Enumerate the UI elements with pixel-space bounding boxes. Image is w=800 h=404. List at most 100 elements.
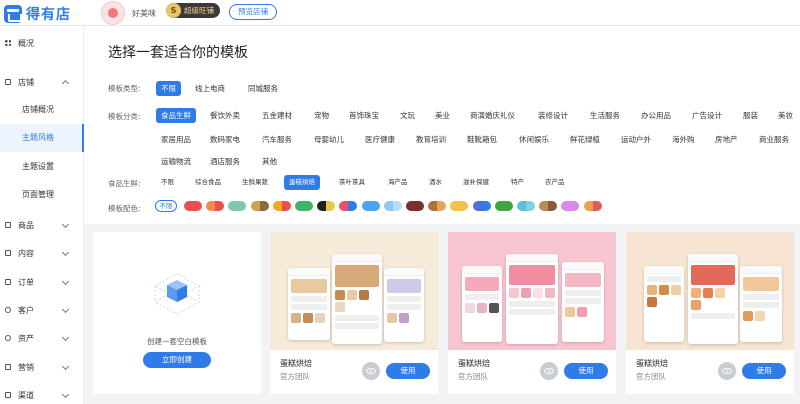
sidebar-item-orders[interactable]: 订单 — [0, 268, 84, 296]
sidebar-subitem-theme-settings[interactable]: 主题设置 — [0, 153, 84, 181]
template-card[interactable]: 蛋糕烘焙 官方团队 使用 — [270, 232, 438, 394]
category-option[interactable]: 医疗健康 — [360, 132, 400, 147]
color-option-none[interactable]: 不限 — [155, 200, 177, 212]
template-preview[interactable] — [448, 232, 616, 350]
category-option[interactable]: 五金建材 — [257, 108, 297, 123]
category-option[interactable]: 运动户外 — [616, 132, 656, 147]
color-swatch[interactable] — [383, 201, 402, 211]
color-swatch[interactable] — [228, 201, 247, 211]
sidebar-item-products[interactable]: 商品 — [0, 211, 84, 239]
template-card[interactable]: 蛋糕烘焙 官方团队 使用 — [448, 232, 616, 394]
sidebar-subitem-shop-overview[interactable]: 店铺概况 — [0, 96, 84, 124]
category-option[interactable]: 汽车服务 — [257, 132, 297, 147]
category-option[interactable]: 广告设计 — [687, 108, 727, 123]
category-option[interactable]: 酒店服务 — [205, 154, 245, 169]
type-option[interactable]: 不限 — [156, 81, 181, 96]
category-option[interactable]: 运输物流 — [156, 154, 196, 169]
type-option[interactable]: 线上电商 — [190, 81, 230, 96]
sidebar-item-content[interactable]: 内容 — [0, 239, 84, 267]
color-swatch[interactable] — [428, 201, 447, 211]
template-preview[interactable] — [626, 232, 794, 350]
shop-avatar[interactable] — [101, 1, 125, 25]
color-swatch[interactable] — [494, 201, 513, 211]
create-blank-button[interactable]: 立即创建 — [143, 352, 211, 368]
sidebar-subitem-page-management[interactable]: 页面管理 — [0, 181, 84, 209]
color-swatch[interactable] — [539, 201, 558, 211]
subcategory-option[interactable]: 酒水 — [424, 175, 447, 190]
subcategory-option[interactable]: 综合食品 — [190, 175, 226, 190]
category-option[interactable]: 海外购 — [667, 132, 700, 147]
color-swatch[interactable] — [472, 201, 491, 211]
category-option[interactable]: 装修设计 — [533, 108, 573, 123]
color-swatch[interactable] — [250, 201, 269, 211]
template-card[interactable]: 蛋糕烘焙 官方团队 使用 — [626, 232, 794, 394]
category-option[interactable]: 首饰珠宝 — [344, 108, 384, 123]
subcategory-option[interactable]: 茶叶茶具 — [334, 175, 370, 190]
color-swatch[interactable] — [561, 201, 580, 211]
preview-eye-icon[interactable] — [718, 362, 736, 380]
category-option[interactable]: 美妆 — [773, 108, 798, 123]
category-option[interactable]: 商业服务 — [754, 132, 794, 147]
preview-shop-button[interactable]: 预览店铺 — [229, 4, 277, 20]
use-template-button[interactable]: 使用 — [386, 363, 430, 379]
category-option[interactable]: 母婴幼儿 — [309, 132, 349, 147]
subcategory-option[interactable]: 农产品 — [540, 175, 570, 190]
sidebar-item-marketing[interactable]: 营销 — [0, 353, 84, 381]
category-option[interactable]: 休闲娱乐 — [514, 132, 554, 147]
chevron-down-icon — [61, 248, 70, 257]
category-option[interactable]: 文玩 — [395, 108, 420, 123]
color-swatch[interactable] — [583, 201, 602, 211]
subcategory-option[interactable]: 蛋糕烘焙 — [284, 175, 320, 190]
category-option[interactable]: 鞋靴箱包 — [462, 132, 502, 147]
chevron-down-icon — [61, 277, 70, 286]
shop-name[interactable]: 好美味 — [132, 8, 156, 19]
sidebar-item-overview[interactable]: 概况 — [0, 29, 84, 57]
asset-icon — [5, 335, 11, 341]
preview-eye-icon[interactable] — [362, 362, 380, 380]
shop-level-label: 超级旺铺 — [184, 6, 214, 15]
color-swatch[interactable] — [317, 201, 336, 211]
sidebar-item-shop[interactable]: 店铺 — [0, 68, 84, 96]
category-option[interactable]: 数码家电 — [205, 132, 245, 147]
sidebar-item-customers[interactable]: 客户 — [0, 296, 84, 324]
color-swatch[interactable] — [206, 201, 225, 211]
sidebar-subitem-theme-style[interactable]: 主题风格 — [0, 124, 84, 152]
category-option[interactable]: 商演婚庆礼仪 — [465, 108, 520, 123]
color-swatch[interactable] — [339, 201, 358, 211]
category-option[interactable]: 鲜花绿植 — [565, 132, 605, 147]
subcategory-option[interactable]: 滋补保健 — [458, 175, 494, 190]
subcategory-option[interactable]: 生鲜果蔬 — [237, 175, 273, 190]
category-option[interactable]: 其他 — [257, 154, 282, 169]
preview-eye-icon[interactable] — [540, 362, 558, 380]
use-template-button[interactable]: 使用 — [742, 363, 786, 379]
color-swatch[interactable] — [361, 201, 380, 211]
color-swatch[interactable] — [272, 201, 291, 211]
category-option[interactable]: 家居用品 — [156, 132, 196, 147]
category-option[interactable]: 食品生鲜 — [156, 108, 196, 123]
sidebar-item-assets[interactable]: 资产 — [0, 324, 84, 352]
brand-logo[interactable]: 得有店 — [4, 4, 71, 24]
category-option[interactable]: 教育培训 — [411, 132, 451, 147]
category-option[interactable]: 宠物 — [309, 108, 334, 123]
category-option[interactable]: 办公用品 — [636, 108, 676, 123]
category-option[interactable]: 房地产 — [710, 132, 743, 147]
subcategory-option[interactable]: 不限 — [156, 175, 179, 190]
shop-icon — [5, 79, 11, 85]
sidebar-item-label: 订单 — [18, 277, 34, 287]
category-option[interactable]: 服装 — [738, 108, 763, 123]
subcategory-option[interactable]: 特产 — [506, 175, 529, 190]
color-swatch[interactable] — [184, 201, 202, 211]
sidebar-item-channels[interactable]: 渠道 — [0, 381, 84, 404]
category-option[interactable]: 餐饮外卖 — [205, 108, 245, 123]
color-swatch[interactable] — [517, 201, 535, 211]
subcategory-option[interactable]: 海产品 — [383, 175, 413, 190]
color-swatch[interactable] — [406, 201, 424, 211]
color-swatch[interactable] — [295, 201, 313, 211]
category-option[interactable]: 美业 — [430, 108, 455, 123]
template-preview[interactable] — [270, 232, 438, 350]
category-option[interactable]: 生活服务 — [585, 108, 625, 123]
color-swatch[interactable] — [450, 201, 469, 211]
phone-mockup — [384, 268, 424, 342]
use-template-button[interactable]: 使用 — [564, 363, 608, 379]
type-option[interactable]: 同城服务 — [243, 81, 283, 96]
